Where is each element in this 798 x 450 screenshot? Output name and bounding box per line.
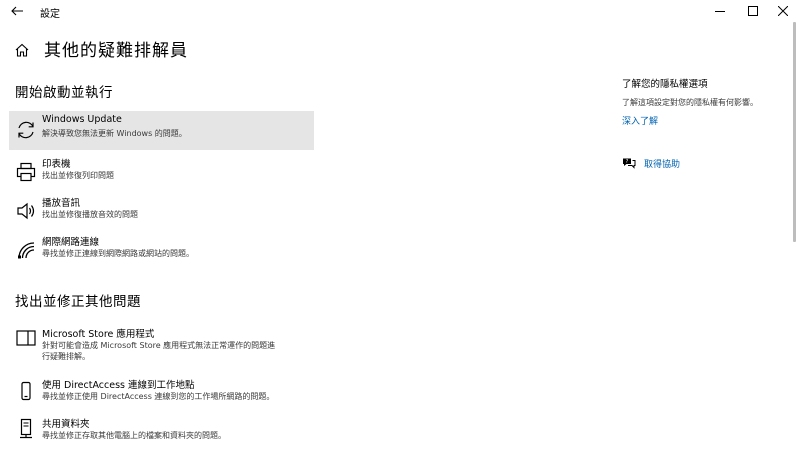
printer-icon xyxy=(15,161,37,183)
troubleshooter-desc: 尋找並修正使用 DirectAccess 連線到您的工作場所網路的問題。 xyxy=(42,392,275,401)
troubleshooter-desc: 針對可能會造成 Microsoft Store 應用程式無法正常運作的問題進 xyxy=(42,341,276,350)
privacy-panel: 了解您的隱私權選項 了解這項設定對您的隱私權有何影響。 深入了解 xyxy=(622,76,792,128)
troubleshooter-name: 播放音訊 xyxy=(42,198,81,209)
troubleshooter-name: 共用資料夾 xyxy=(42,419,90,430)
minimize-button[interactable] xyxy=(703,0,737,22)
maximize-icon xyxy=(748,6,758,16)
svg-text:?: ? xyxy=(626,159,629,165)
server-icon xyxy=(15,418,37,440)
troubleshooter-desc: 找出並修復列印問題 xyxy=(42,171,114,180)
troubleshooter-internet-connections[interactable]: 網際網路連線 尋找並修正連線到網際網路或網站的問題。 xyxy=(9,231,314,270)
learn-more-link[interactable]: 深入了解 xyxy=(622,114,658,127)
get-help-link[interactable]: 取得協助 xyxy=(644,157,680,170)
troubleshooter-printer[interactable]: 印表機 找出並修復列印問題 xyxy=(9,153,314,192)
section-heading-other: 找出並修正其他問題 xyxy=(15,294,141,310)
app-window-icon xyxy=(15,327,37,349)
troubleshooter-store-apps[interactable]: Microsoft Store 應用程式 針對可能會造成 Microsoft S… xyxy=(9,323,314,367)
speaker-icon xyxy=(15,200,37,222)
page-header: 其他的疑難排解員 xyxy=(14,37,188,61)
section-heading-run: 開始啟動並執行 xyxy=(15,85,113,101)
troubleshooter-desc: 尋找並修正存取其他電腦上的檔案和資料夾的問題。 xyxy=(42,431,226,440)
troubleshooter-desc: 找出並修復播放音效的問題 xyxy=(42,210,138,219)
chat-help-icon: ? xyxy=(623,158,636,169)
troubleshooter-name: Windows Update xyxy=(42,114,122,125)
scrollbar[interactable] xyxy=(793,22,796,242)
privacy-description: 了解這項設定對您的隱私權有何影響。 xyxy=(622,98,758,107)
title-bar: 設定 xyxy=(0,0,798,22)
close-icon xyxy=(778,6,788,16)
minimize-icon xyxy=(715,11,725,12)
privacy-title: 了解您的隱私權選項 xyxy=(622,79,708,90)
troubleshooter-desc: 尋找並修正連線到網際網路或網站的問題。 xyxy=(42,249,194,258)
troubleshooter-desc-continued: 行疑難排解。 xyxy=(42,352,90,361)
troubleshooter-directaccess[interactable]: 使用 DirectAccess 連線到工作地點 尋找並修正使用 DirectAc… xyxy=(9,374,314,413)
maximize-button[interactable] xyxy=(736,0,770,22)
back-arrow-icon[interactable] xyxy=(9,3,25,19)
refresh-icon xyxy=(15,119,37,141)
troubleshooter-shared-folders[interactable]: 共用資料夾 尋找並修正存取其他電腦上的檔案和資料夾的問題。 xyxy=(9,413,314,450)
troubleshooter-name: 使用 DirectAccess 連線到工作地點 xyxy=(42,380,195,391)
troubleshooter-desc: 解決導致您無法更新 Windows 的問題。 xyxy=(42,129,187,138)
home-icon[interactable] xyxy=(14,42,30,58)
close-button[interactable] xyxy=(766,0,798,22)
window-title: 設定 xyxy=(40,9,60,20)
get-help-row[interactable]: ? 取得協助 xyxy=(622,156,680,170)
device-icon xyxy=(15,380,37,402)
page-title: 其他的疑難排解員 xyxy=(44,40,188,61)
troubleshooter-playing-audio[interactable]: 播放音訊 找出並修復播放音效的問題 xyxy=(9,192,314,231)
troubleshooter-name: 網際網路連線 xyxy=(42,237,100,248)
troubleshooter-name: Microsoft Store 應用程式 xyxy=(42,329,155,340)
wifi-signal-icon xyxy=(15,239,37,261)
troubleshooter-windows-update[interactable]: Windows Update 解決導致您無法更新 Windows 的問題。 xyxy=(9,111,314,150)
troubleshooter-name: 印表機 xyxy=(42,159,71,170)
